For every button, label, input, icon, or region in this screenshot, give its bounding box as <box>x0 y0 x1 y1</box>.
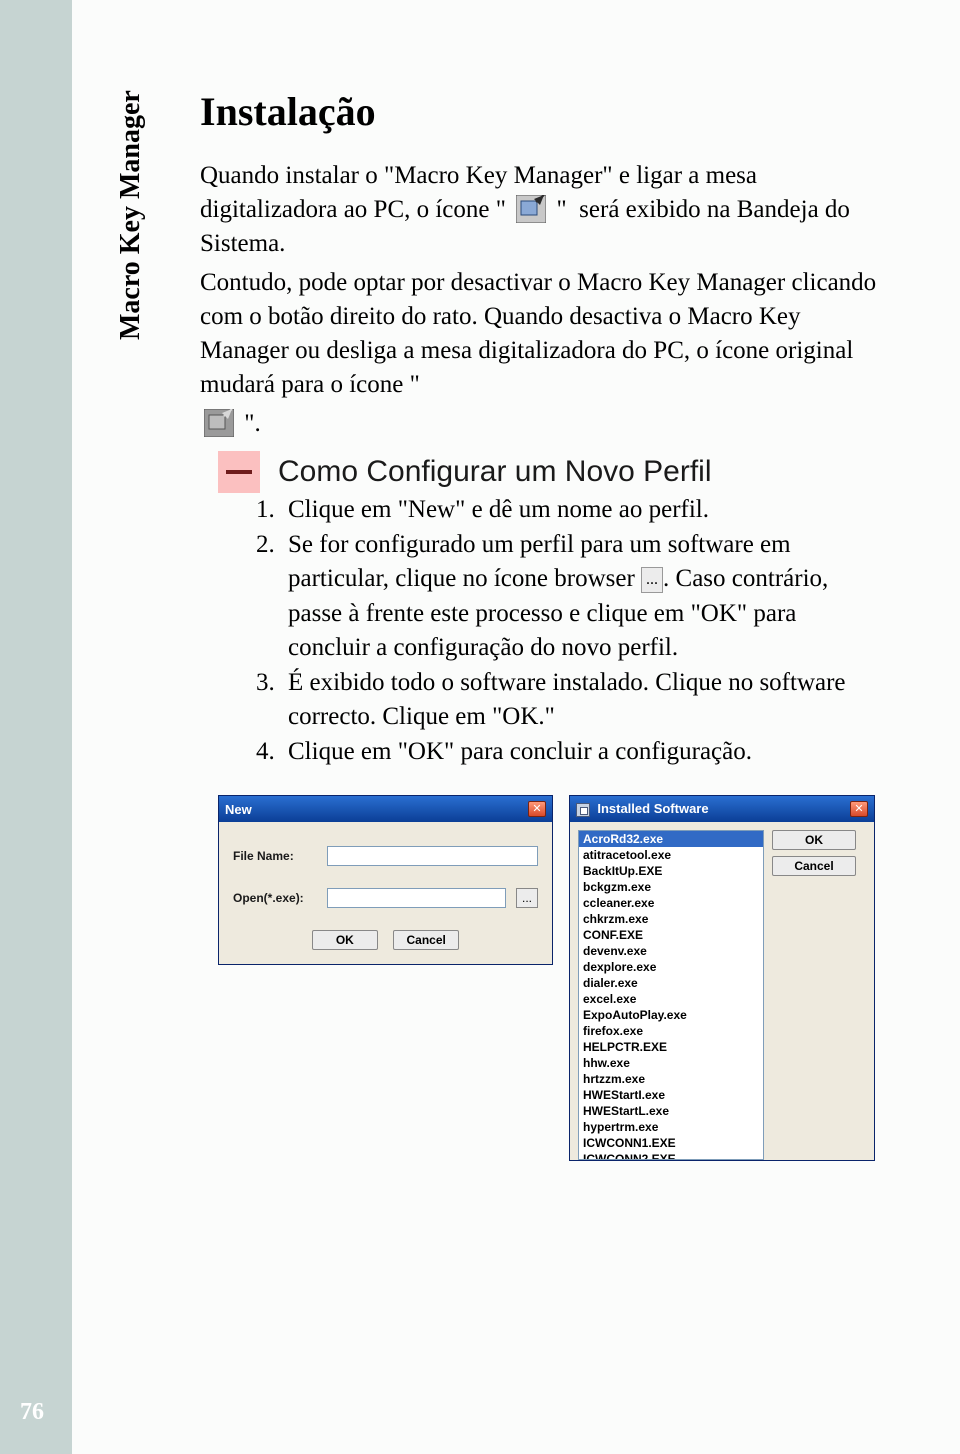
list-item[interactable]: ExpoAutoPlay.exe <box>579 1007 763 1023</box>
para1a: Quando instalar o "Macro Key Manager" e … <box>200 162 757 189</box>
collapse-icon[interactable] <box>218 451 260 493</box>
page-number: 76 <box>20 1399 44 1426</box>
paragraph-2: Contudo, pode optar por desactivar o Mac… <box>200 266 880 401</box>
browse-button[interactable]: ... <box>516 888 538 908</box>
new-dialog-buttons: OK Cancel <box>233 930 538 950</box>
open-exe-label: Open(*.exe): <box>233 891 317 905</box>
step-4-text: Clique em "OK" para concluir a configura… <box>288 738 752 765</box>
document-page: Macro Key Manager Instalação Quando inst… <box>0 0 960 1454</box>
list-item[interactable]: BackItUp.EXE <box>579 863 763 879</box>
section-header-row: Como Configurar um Novo Perfil <box>218 451 880 493</box>
side-label: Macro Key Manager <box>115 90 147 340</box>
list-item[interactable]: hrtzzm.exe <box>579 1071 763 1087</box>
list-item[interactable]: hhw.exe <box>579 1055 763 1071</box>
list-item[interactable]: devenv.exe <box>579 943 763 959</box>
intro-paragraph: Quando instalar o "Macro Key Manager" e … <box>200 159 880 260</box>
list-item[interactable]: HELPCTR.EXE <box>579 1039 763 1055</box>
list-item[interactable]: excel.exe <box>579 991 763 1007</box>
list-item[interactable]: dexplore.exe <box>579 959 763 975</box>
installed-button-column: OK Cancel <box>772 830 856 1160</box>
new-dialog: New ✕ File Name: Open(*.exe): ... OK Can… <box>218 795 553 965</box>
cancel-button[interactable]: Cancel <box>772 856 856 876</box>
list-item[interactable]: bckgzm.exe <box>579 879 763 895</box>
list-item[interactable]: HWEStartI.exe <box>579 1087 763 1103</box>
file-name-row: File Name: <box>233 846 538 866</box>
list-item[interactable]: ICWCONN2.EXE <box>579 1151 763 1160</box>
browse-icon[interactable]: ... <box>641 567 663 593</box>
section-title: Como Configurar um Novo Perfil <box>278 455 712 489</box>
close-icon[interactable]: ✕ <box>528 801 546 817</box>
list-item[interactable]: chkrzm.exe <box>579 911 763 927</box>
list-item[interactable]: AcroRd32.exe <box>579 831 763 847</box>
close-icon[interactable]: ✕ <box>850 801 868 817</box>
new-dialog-body: File Name: Open(*.exe): ... OK Cancel <box>219 822 552 964</box>
steps-list: 1.Clique em "New" e dê um nome ao perfil… <box>256 493 880 769</box>
list-item[interactable]: HWEStartL.exe <box>579 1103 763 1119</box>
paragraph-2-end: ". <box>200 407 880 441</box>
window-icon <box>576 803 590 817</box>
list-item[interactable]: dialer.exe <box>579 975 763 991</box>
list-item[interactable]: CONF.EXE <box>579 927 763 943</box>
ok-button[interactable]: OK <box>312 930 378 950</box>
list-item[interactable]: ICWCONN1.EXE <box>579 1135 763 1151</box>
step-1: 1.Clique em "New" e dê um nome ao perfil… <box>256 493 880 528</box>
new-dialog-titlebar[interactable]: New ✕ <box>219 796 552 822</box>
cancel-button[interactable]: Cancel <box>393 930 459 950</box>
installed-dialog-titlebar[interactable]: Installed Software ✕ <box>570 796 874 822</box>
installed-title-wrap: Installed Software <box>576 801 709 817</box>
step-3-text: É exibido todo o software instalado. Cli… <box>288 669 846 731</box>
list-item[interactable]: firefox.exe <box>579 1023 763 1039</box>
dialogs-row: New ✕ File Name: Open(*.exe): ... OK Can… <box>218 795 880 1161</box>
step-3: 3.É exibido todo o software instalado. C… <box>256 666 880 735</box>
list-item[interactable]: atitracetool.exe <box>579 847 763 863</box>
list-item[interactable]: ccleaner.exe <box>579 895 763 911</box>
step-4: 4.Clique em "OK" para concluir a configu… <box>256 735 880 770</box>
tablet-tray-disabled-icon <box>204 409 234 437</box>
list-item[interactable]: hypertrm.exe <box>579 1119 763 1135</box>
step-2: 2. Se for configurado um perfil para um … <box>256 528 880 666</box>
step-1-text: Clique em "New" e dê um nome ao perfil. <box>288 496 709 523</box>
para1b: digitalizadora ao PC, o ícone " <box>200 196 506 223</box>
file-name-label: File Name: <box>233 849 317 863</box>
installed-software-dialog: Installed Software ✕ AcroRd32.exeatitrac… <box>569 795 875 1161</box>
ok-button[interactable]: OK <box>772 830 856 850</box>
page-heading: Instalação <box>200 88 880 135</box>
open-exe-row: Open(*.exe): ... <box>233 888 538 908</box>
software-listbox[interactable]: AcroRd32.exeatitracetool.exeBackItUp.EXE… <box>578 830 764 1160</box>
tablet-tray-icon <box>516 195 546 223</box>
file-name-field[interactable] <box>327 846 538 866</box>
new-dialog-title: New <box>225 802 252 817</box>
para2-close: ". <box>244 410 260 437</box>
installed-dialog-body: AcroRd32.exeatitracetool.exeBackItUp.EXE… <box>570 822 874 1160</box>
para2: Contudo, pode optar por desactivar o Mac… <box>200 269 876 397</box>
open-exe-field[interactable] <box>327 888 506 908</box>
installed-dialog-title: Installed Software <box>597 801 708 816</box>
